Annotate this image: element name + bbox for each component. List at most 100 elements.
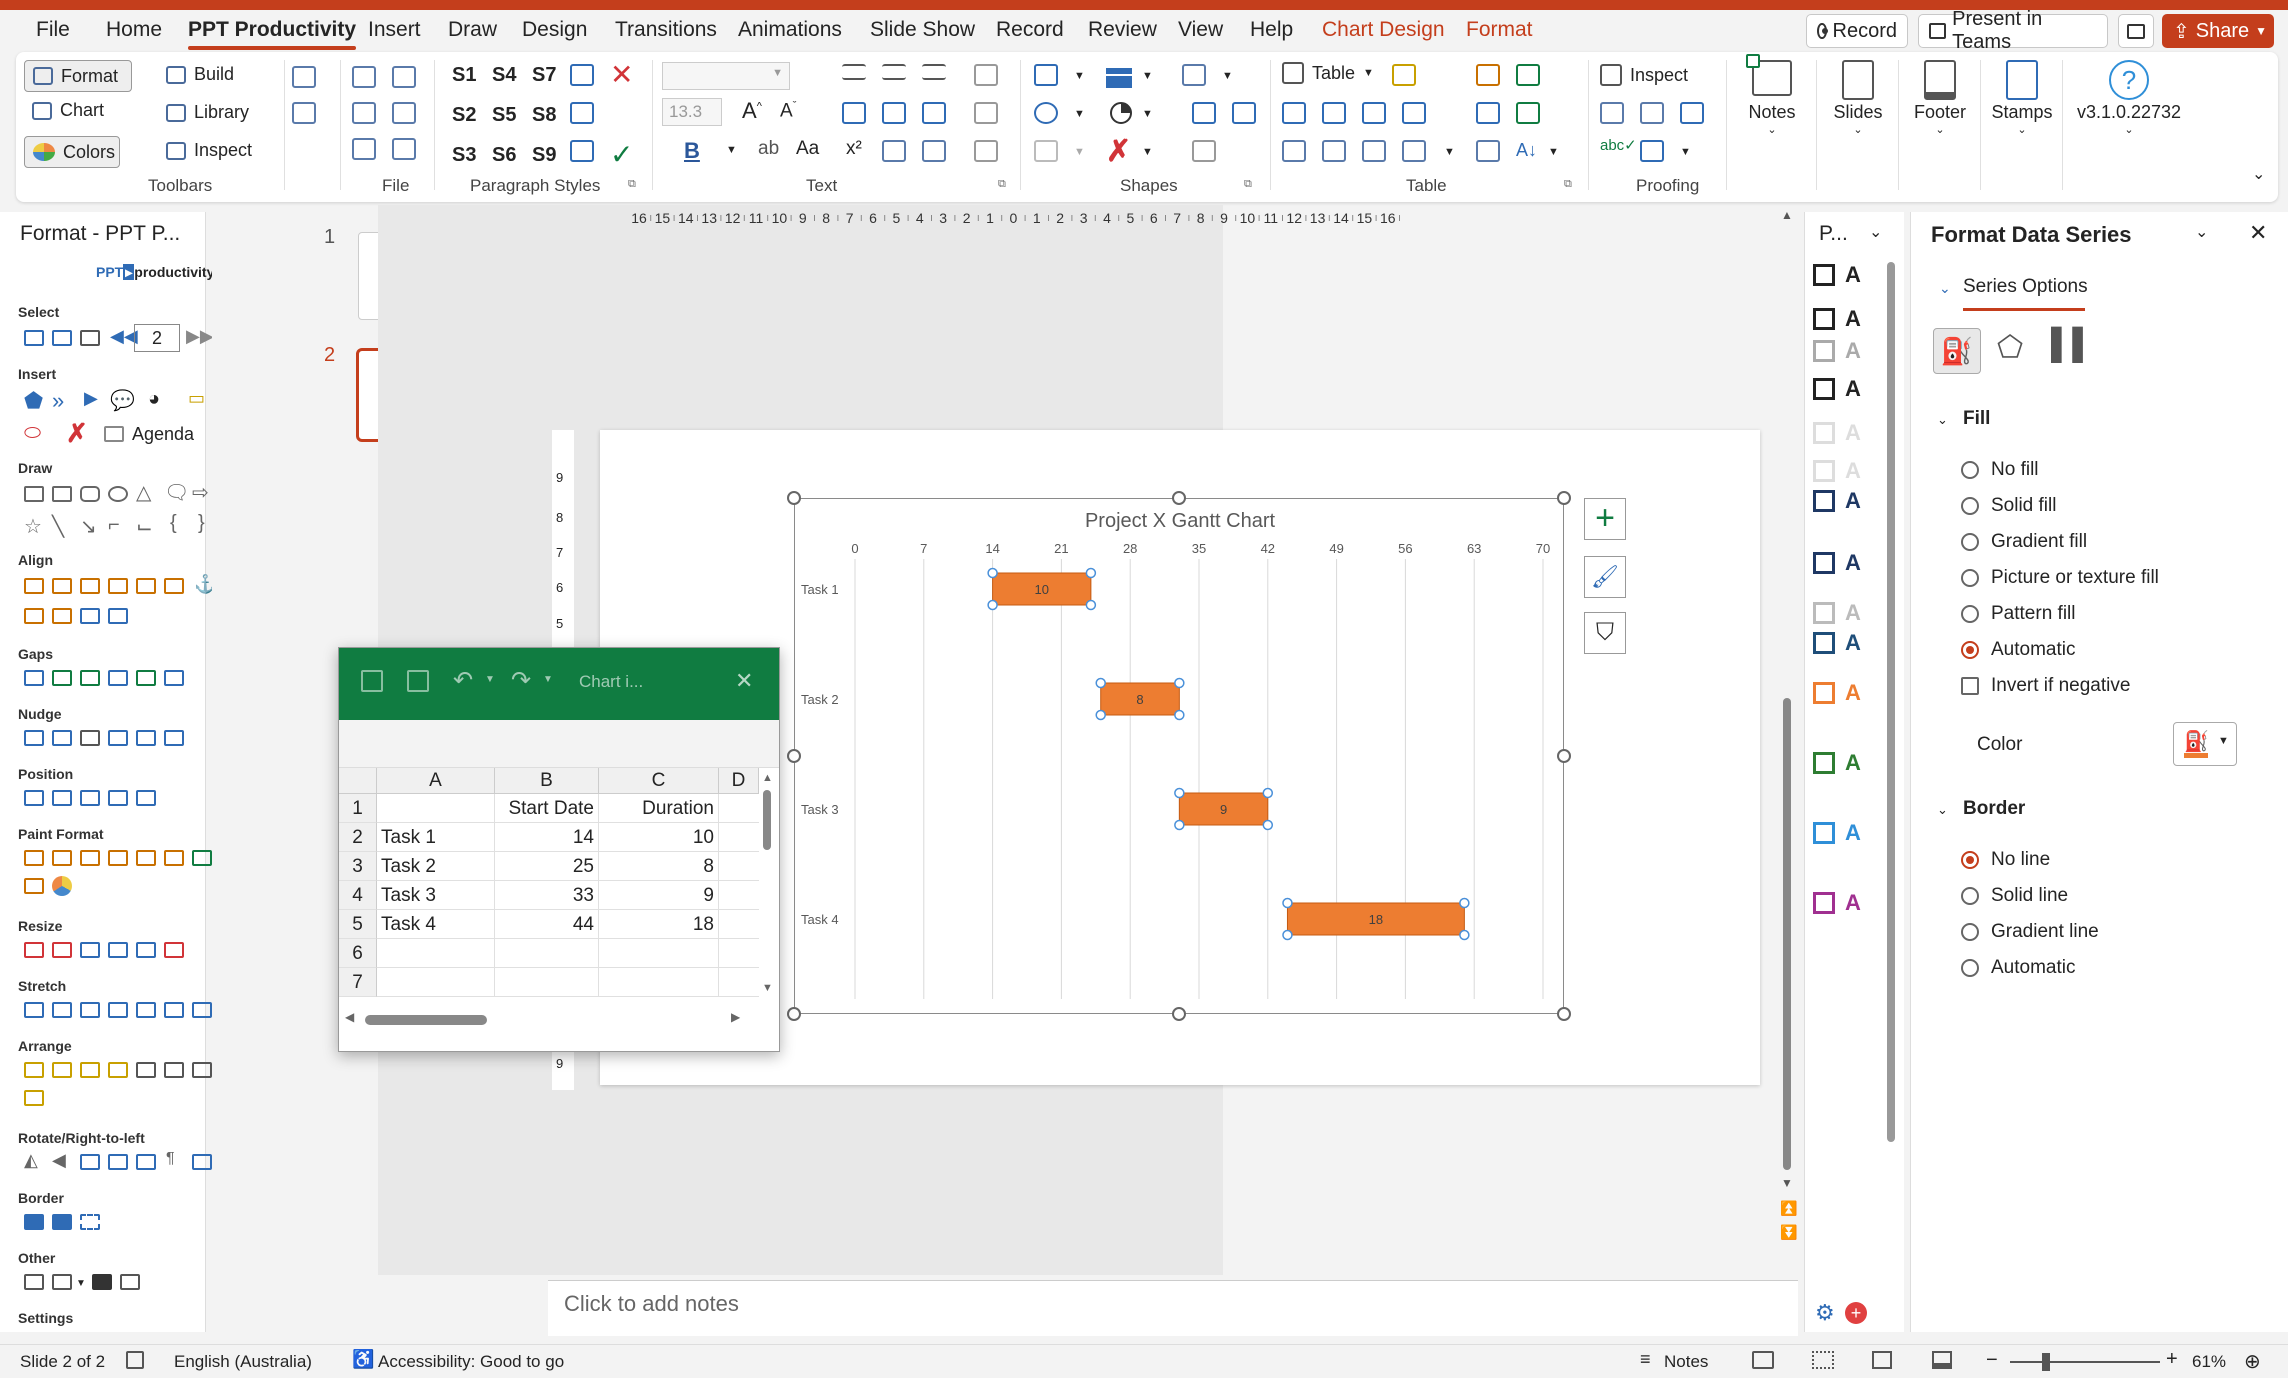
align-dist-4-icon[interactable] (108, 608, 128, 624)
table-cell[interactable] (719, 910, 759, 939)
arrange-3-icon[interactable] (80, 1062, 100, 1078)
gradient-fill-radio[interactable] (1961, 533, 1979, 551)
share-button[interactable]: ⇪ Share ▼ (2162, 14, 2274, 48)
strikethrough-icon[interactable]: ab (758, 138, 779, 160)
resize-handle[interactable] (1557, 491, 1571, 505)
accessibility-status[interactable]: Accessibility: Good to go (378, 1352, 564, 1372)
style-swatch-row[interactable]: A (1813, 338, 1873, 364)
other-1-icon[interactable] (24, 1274, 44, 1290)
file-icon-1[interactable] (352, 66, 376, 88)
normal-view-icon[interactable] (1752, 1351, 1774, 1369)
style-s3-button[interactable]: S3 (452, 144, 476, 167)
stretch-6-icon[interactable] (164, 1002, 184, 1018)
text-option-3-icon[interactable] (974, 140, 998, 162)
align-center-icon[interactable] (52, 578, 72, 594)
file-icon-2[interactable] (352, 102, 376, 124)
table-cell[interactable]: 25 (495, 852, 599, 881)
rectangle-icon[interactable] (52, 486, 72, 502)
style-swatch-row[interactable]: A (1813, 306, 1873, 332)
style-pane-scrollbar[interactable] (1887, 262, 1895, 1142)
effects-tab-icon[interactable]: ⬠ (1997, 330, 2023, 365)
picture-fill-label[interactable]: Picture or texture fill (1991, 567, 2159, 589)
superscript-icon[interactable]: x² (846, 138, 862, 160)
rotate-2-icon[interactable] (108, 1154, 128, 1170)
build-button[interactable]: Build (166, 64, 234, 85)
nudge-4-icon[interactable] (108, 730, 128, 746)
worksheet-vscroll[interactable]: ▲ ▼ (759, 772, 777, 1002)
chevron-down-icon[interactable]: ▼ (543, 674, 553, 685)
column-header[interactable]: A (377, 768, 495, 794)
clear-style-icon[interactable]: ✕ (610, 58, 633, 91)
valign-bottom-icon[interactable] (922, 102, 946, 124)
proof-option-icon[interactable] (1640, 140, 1664, 162)
no-fill-radio[interactable] (1961, 461, 1979, 479)
redo-icon[interactable]: ↷ (511, 666, 531, 695)
solid-fill-radio[interactable] (1961, 497, 1979, 515)
dialog-launcher-icon[interactable]: ⧉ (998, 178, 1006, 191)
row-header[interactable]: 3 (339, 852, 377, 881)
table-cell[interactable] (719, 823, 759, 852)
rotate-4-icon[interactable] (192, 1154, 212, 1170)
chevron-down-icon[interactable]: ⌄ (1869, 222, 1882, 242)
style-s4-button[interactable]: S4 (492, 64, 516, 87)
table-cell[interactable]: 8 (599, 852, 719, 881)
row-header[interactable]: 4 (339, 881, 377, 910)
proofing-inspect-button[interactable]: Inspect (1600, 64, 1688, 86)
gradient-line-radio[interactable] (1961, 923, 1979, 941)
row-header[interactable]: 7 (339, 968, 377, 997)
chevron-down-icon[interactable]: ▼ (485, 674, 495, 685)
dialog-launcher-icon[interactable]: ⧉ (1564, 178, 1572, 191)
table-op-5-icon[interactable] (1282, 140, 1306, 162)
style-s8-button[interactable]: S8 (532, 104, 556, 127)
nudge-5-icon[interactable] (136, 730, 156, 746)
shape-outline-icon[interactable] (1034, 102, 1058, 124)
undo-icon[interactable]: ↶ (453, 666, 473, 695)
arrange-7-icon[interactable] (192, 1062, 212, 1078)
print-icon[interactable] (392, 66, 416, 88)
table-op-3-icon[interactable] (1362, 102, 1386, 124)
text-wrap-icon[interactable] (922, 140, 946, 162)
close-icon[interactable]: ✕ (735, 668, 753, 694)
valign-middle-icon[interactable] (882, 102, 906, 124)
table-cell[interactable] (599, 939, 719, 968)
resize-3-icon[interactable] (80, 942, 100, 958)
paint-1-icon[interactable] (24, 850, 44, 866)
table-style-icon[interactable] (1392, 64, 1416, 86)
agenda-button[interactable]: Agenda (132, 424, 194, 445)
table-cell[interactable]: 18 (599, 910, 719, 939)
font-color-icon[interactable]: B (684, 138, 700, 164)
table-cell[interactable]: Task 2 (377, 852, 495, 881)
scroll-down-icon[interactable]: ▼ (762, 982, 773, 994)
style-swatch-row[interactable]: A (1813, 458, 1873, 484)
notes-ribbon-button[interactable]: Notes ⌄ (1736, 54, 1808, 136)
chart-toolbar-button[interactable]: Chart (32, 100, 104, 121)
resize-handle[interactable] (1172, 1007, 1186, 1021)
language-indicator[interactable]: English (Australia) (174, 1352, 312, 1372)
chevron-down-icon[interactable]: ▼ (1548, 146, 1559, 158)
position-5-icon[interactable] (136, 790, 156, 806)
align-right-icon[interactable] (922, 64, 946, 80)
font-size-select[interactable]: 13.3 (662, 98, 722, 126)
version-help-button[interactable]: ? v3.1.0.22732 ⌄ (2068, 60, 2190, 136)
table-cell[interactable] (377, 968, 495, 997)
agenda-icon[interactable] (104, 426, 124, 442)
stretch-1-icon[interactable] (24, 1002, 44, 1018)
align-dist-icon[interactable] (24, 608, 44, 624)
resize-handle[interactable] (787, 491, 801, 505)
resize-4-icon[interactable] (108, 942, 128, 958)
gradient-line-label[interactable]: Gradient line (1991, 921, 2099, 943)
scroll-down-icon[interactable]: ▼ (1781, 1176, 1793, 1190)
style-swatch-row[interactable]: A (1813, 262, 1873, 288)
table-cell[interactable]: Start Date (495, 794, 599, 823)
indent-icon[interactable] (570, 140, 594, 162)
style-swatch-row[interactable]: A (1813, 550, 1873, 576)
no-line-radio[interactable] (1961, 851, 1979, 869)
chevron-down-icon[interactable]: ▼ (76, 1278, 86, 1289)
bullets-icon[interactable] (570, 102, 594, 124)
arrange-5-icon[interactable] (136, 1062, 156, 1078)
elbow-icon[interactable]: ⌐ (108, 514, 120, 537)
select-all-corner[interactable] (339, 768, 377, 794)
gap-3-icon[interactable] (80, 670, 100, 686)
style-swatch-row[interactable]: A (1813, 376, 1873, 402)
align-left-icon[interactable] (842, 64, 866, 80)
